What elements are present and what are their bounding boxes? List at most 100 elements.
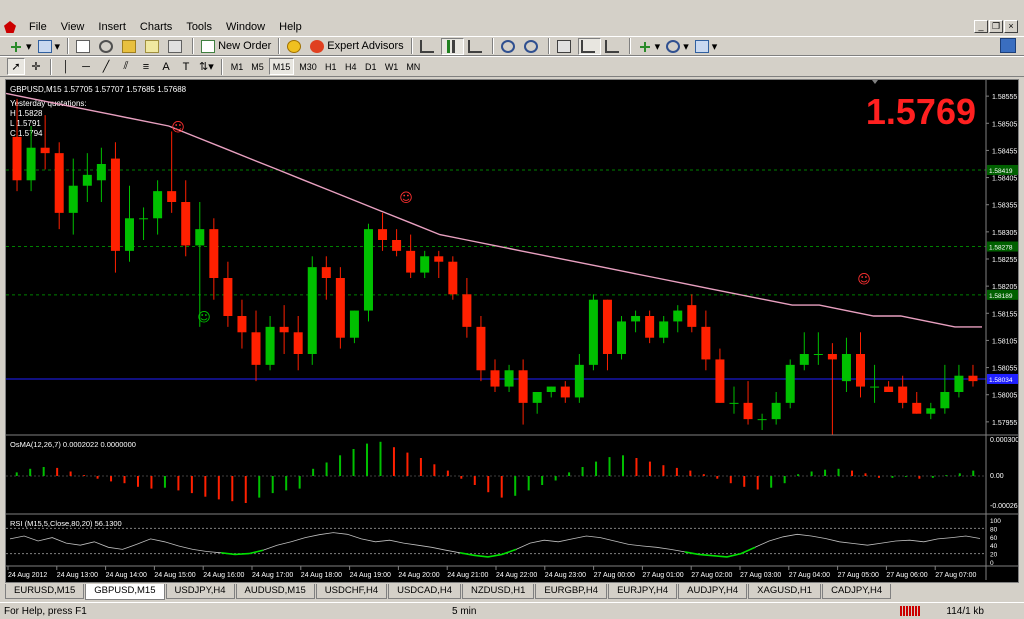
metaeditor-icon	[287, 39, 302, 53]
arrows-button[interactable]: ⇅▾	[197, 58, 216, 75]
cursor-button[interactable]: ➚	[7, 58, 25, 75]
price-tick-label: 1.58055	[992, 366, 1017, 373]
timeframe-w1[interactable]: W1	[382, 58, 402, 75]
timeframe-h1[interactable]: H1	[322, 58, 340, 75]
expert-advisors-button[interactable]: Expert Advisors	[308, 38, 405, 55]
timeframe-h4[interactable]: H4	[342, 58, 360, 75]
app-logo-icon	[4, 21, 16, 33]
navigator-button[interactable]	[120, 38, 141, 55]
rsi-oversold-segment	[248, 549, 264, 555]
chart-canvas[interactable]: GBPUSD,M15 1.57705 1.57707 1.57685 1.576…	[6, 80, 1018, 582]
timeframe-m1[interactable]: M1	[228, 58, 247, 75]
chart-tab[interactable]: EURGBP,H4	[535, 584, 608, 599]
templates-button[interactable]: ▾	[693, 38, 720, 55]
crosshair-move-icon	[99, 39, 114, 53]
chart-tab[interactable]: EURJPY,H4	[608, 584, 678, 599]
tile-windows-button[interactable]	[555, 38, 576, 55]
autoscroll-button[interactable]	[577, 37, 601, 55]
trendline-button[interactable]: ╱	[97, 58, 115, 75]
timeframe-d1[interactable]: D1	[362, 58, 380, 75]
menu-view[interactable]: View	[54, 21, 92, 33]
candle-body	[659, 321, 669, 338]
bar-chart-button[interactable]	[418, 38, 439, 55]
horizontal-line-button[interactable]: ─	[77, 58, 95, 75]
chart-tab[interactable]: CADJPY,H4	[822, 584, 892, 599]
chart-tab[interactable]: USDCAD,H4	[388, 584, 462, 599]
tile-windows-icon	[556, 39, 571, 53]
timeframe-m30[interactable]: M30	[296, 58, 320, 75]
timeframe-m5[interactable]: M5	[248, 58, 267, 75]
candle-body	[110, 158, 120, 251]
candle-body	[884, 386, 894, 392]
candle-body	[82, 174, 92, 186]
menu-help[interactable]: Help	[272, 21, 309, 33]
rsi-oversold-segment	[712, 554, 728, 558]
candle-body	[279, 326, 289, 333]
chart-header: GBPUSD,M15 1.57705 1.57707 1.57685 1.576…	[10, 85, 187, 94]
timeframe-mn[interactable]: MN	[403, 58, 423, 75]
menu-insert[interactable]: Insert	[91, 21, 133, 33]
metaeditor-button[interactable]	[285, 38, 306, 55]
profiles-button[interactable]: ▾	[36, 38, 63, 55]
zoom-in-button[interactable]	[499, 38, 520, 55]
time-tick-label: 24 Aug 15:00	[154, 572, 195, 579]
text-button[interactable]: A	[157, 58, 175, 75]
menu-file[interactable]: File	[22, 21, 54, 33]
time-tick-label: 27 Aug 01:00	[642, 572, 683, 579]
vertical-line-button[interactable]: │	[57, 58, 75, 75]
menu-charts[interactable]: Charts	[133, 21, 179, 33]
periods-button[interactable]: ▾	[664, 38, 691, 55]
crosshair-button[interactable]: ✛	[27, 58, 45, 75]
timeframe-m15[interactable]: M15	[268, 58, 295, 75]
time-tick-label: 24 Aug 14:00	[106, 572, 147, 579]
candle-body	[940, 392, 950, 409]
menu-tools[interactable]: Tools	[179, 21, 219, 33]
time-tick-label: 24 Aug 20:00	[398, 572, 439, 579]
candle-body	[363, 229, 373, 311]
help-book-icon[interactable]	[1000, 38, 1016, 53]
level-label: 1.58189	[989, 293, 1013, 300]
restore-icon[interactable]: ❐	[989, 20, 1003, 33]
chart-tab[interactable]: XAGUSD,H1	[748, 584, 822, 599]
chart-tab[interactable]: USDCHF,H4	[315, 584, 388, 599]
yesterday-high: H 1.5828	[10, 109, 43, 118]
terminal-button[interactable]	[143, 38, 164, 55]
fibonacci-button[interactable]: ≡	[137, 58, 155, 75]
candle-body	[841, 354, 851, 382]
text-label-button[interactable]: T	[177, 58, 195, 75]
strategy-tester-button[interactable]	[166, 38, 187, 55]
candle-body	[785, 364, 795, 403]
chart-tab[interactable]: GBPUSD,M15	[85, 584, 165, 600]
new-order-button[interactable]: New Order	[199, 38, 273, 55]
zoom-out-button[interactable]	[522, 38, 543, 55]
time-tick-label: 27 Aug 06:00	[886, 572, 927, 579]
candle-body	[631, 316, 641, 322]
channel-button[interactable]: ⫽	[117, 58, 135, 75]
chart-tab[interactable]: AUDUSD,M15	[235, 584, 315, 599]
axes: 1.58555 1.58505 1.58455 1.58405 1.58355 1.583…	[6, 80, 1018, 580]
market-watch-button[interactable]	[74, 38, 95, 55]
profiles-icon	[37, 39, 52, 53]
rsi-oversold-segment	[487, 553, 503, 558]
new-chart-button[interactable]: ▾	[7, 38, 34, 55]
chart-tab[interactable]: USDJPY,H4	[165, 584, 235, 599]
indicators-button[interactable]: ▾	[636, 38, 663, 55]
line-chart-button[interactable]	[466, 38, 487, 55]
chart-window[interactable]: GBPUSD,M15 1.57705 1.57707 1.57685 1.576…	[5, 79, 1019, 583]
signal-smiley-icon: ☺	[399, 191, 413, 206]
chart-shift-button[interactable]	[603, 38, 624, 55]
candlesticks-button[interactable]	[440, 37, 464, 55]
menu-window[interactable]: Window	[219, 21, 272, 33]
time-tick-label: 27 Aug 05:00	[838, 572, 879, 579]
price-tick-label: 1.58205	[992, 284, 1017, 291]
data-window-button[interactable]	[97, 38, 118, 55]
time-tick-label: 24 Aug 21:00	[447, 572, 488, 579]
close-icon[interactable]: ×	[1004, 20, 1018, 33]
minimize-icon[interactable]: _	[974, 20, 988, 33]
chart-tab[interactable]: AUDJPY,H4	[678, 584, 748, 599]
time-tick-label: 24 Aug 2012	[8, 572, 47, 579]
vertical-line-icon: │	[62, 60, 70, 73]
chart-tab[interactable]: NZDUSD,H1	[462, 584, 535, 599]
candle-body	[181, 202, 191, 246]
chart-tab[interactable]: EURUSD,M15	[5, 584, 85, 599]
